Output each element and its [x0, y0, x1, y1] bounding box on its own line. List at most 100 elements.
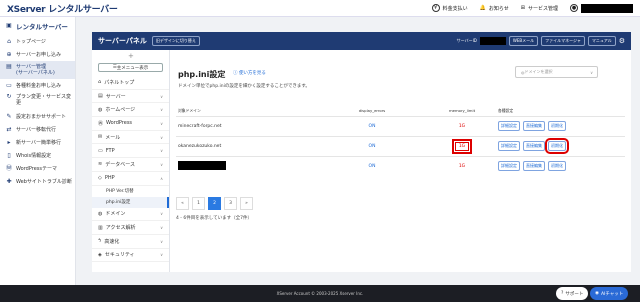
nav-server-manage[interactable]: ▤ サーバー管理 (サーバーパネル): [0, 61, 75, 79]
bolt-icon: ϟ: [98, 238, 102, 245]
side-item-speed[interactable]: ϟ 高速化 ∨: [92, 235, 169, 249]
page-2[interactable]: 2: [208, 197, 221, 210]
card-icon: ▭: [6, 81, 12, 89]
side-item-server[interactable]: ▤ サーバー ∨: [92, 90, 169, 104]
globe-icon: ◍: [98, 210, 103, 217]
chevron-down-icon: ∨: [160, 211, 163, 217]
row-domain: minecraft-forpc.net: [176, 115, 316, 136]
gear-icon[interactable]: ⚙: [619, 37, 625, 45]
nav-wp-theme[interactable]: Ⓦ WordPressテーマ: [0, 162, 75, 175]
row-actions: 詳細設定 直接編集 初期化: [496, 115, 625, 136]
side-item-domain[interactable]: ◍ ドメイン ∨: [92, 208, 169, 222]
col-display-errors: display_errors: [358, 108, 386, 114]
transfer-icon: ⇄: [6, 125, 12, 133]
side-item-homepage[interactable]: ◍ ホームページ ∨: [92, 103, 169, 118]
manual-button[interactable]: マニュアル: [587, 36, 616, 46]
side-item-wordpress[interactable]: Ⓦ WordPress ∨: [92, 117, 169, 131]
webmail-button[interactable]: WEBメール: [508, 36, 539, 46]
nav-fees[interactable]: ▭ 各種料金お申し込み: [0, 79, 75, 92]
side-sub-php-ini[interactable]: php.ini設定: [92, 196, 169, 208]
nav-transfer[interactable]: ⇄ サーバー移転代行: [0, 123, 75, 136]
detail-button[interactable]: 詳細設定: [498, 161, 520, 172]
table-row: ON 1G 詳細設定 直接編集 初期化: [176, 155, 625, 176]
nav-trouble[interactable]: ✚ Webサイトトラブル診断: [0, 175, 75, 188]
page-1[interactable]: 1: [192, 197, 205, 210]
nav-whois[interactable]: ▯ Whois情報設定: [0, 149, 75, 162]
server-id-redacted: [479, 37, 506, 45]
main-menu-button[interactable]: ☰ 主メニュー表示: [98, 63, 163, 72]
chevron-down-icon: ∨: [160, 161, 163, 167]
row-display-errors: ON: [316, 135, 426, 156]
chat-icon: ◉: [595, 291, 599, 296]
side-item-analytics[interactable]: ▥ アクセス解析 ∨: [92, 221, 169, 235]
wrench-icon: ✎: [6, 112, 12, 120]
folder-icon: ▭: [98, 147, 103, 154]
page-title: php.ini設定: [178, 70, 226, 79]
home-icon: ⌂: [98, 79, 102, 86]
chevron-down-icon: ∨: [160, 134, 163, 140]
globe-icon: ◍: [98, 106, 103, 113]
detail-button[interactable]: 詳細設定: [498, 121, 520, 131]
file-manager-button[interactable]: ファイルマネージャ: [541, 36, 585, 46]
row-actions: 詳細設定 直接編集 初期化: [496, 135, 625, 156]
old-design-toggle[interactable]: 旧デザインに切り替え: [151, 36, 200, 46]
side-item-security[interactable]: ◈ セキュリティ ∨: [92, 249, 169, 263]
panel-icon: ▤: [6, 63, 12, 70]
row-domain: [176, 155, 316, 176]
user-icon: ●: [570, 4, 578, 12]
init-button[interactable]: 初期化: [548, 121, 566, 131]
panel-header: サーバーパネル 旧デザインに切り替え サーバーID WEBメール ファイルマネー…: [92, 32, 631, 50]
chevron-down-icon: ∨: [160, 238, 163, 244]
page-3[interactable]: 3: [224, 197, 237, 210]
notice-link[interactable]: 🔔 お知らせ: [480, 5, 509, 12]
support-button[interactable]: ? サポート: [556, 287, 589, 300]
nav-server-apply[interactable]: ⊕ サーバーお申し込み: [0, 48, 75, 61]
page-last[interactable]: »: [240, 197, 253, 210]
chevron-down-icon: ∨: [590, 69, 593, 75]
side-item-top[interactable]: ⌂ パネルトップ: [92, 76, 169, 90]
nav-plan-change[interactable]: ↻ プラン変更・サービス変更: [0, 92, 75, 110]
direct-edit-button[interactable]: 直接編集: [523, 161, 545, 172]
side-sub-php-version[interactable]: PHP Ver.切替: [92, 186, 169, 197]
side-item-mail[interactable]: ✉ メール ∨: [92, 131, 169, 145]
server-icon: ▣: [6, 22, 12, 29]
chevron-down-icon: ∨: [160, 107, 163, 113]
wordpress-icon: Ⓦ: [6, 164, 13, 172]
brand-logo[interactable]: XServer レンタルサーバー: [7, 2, 118, 15]
ai-chat-button[interactable]: ◉ AIチャット: [590, 287, 629, 300]
row-memory-limit: 1G: [426, 115, 496, 136]
pay-link[interactable]: ¥ 料金支払い: [431, 4, 468, 12]
side-item-database[interactable]: ≋ データベース ∨: [92, 158, 169, 172]
init-button[interactable]: 初期化: [545, 138, 569, 154]
table-row: okanezukozuko.net ON 1G 詳細設定 直接編集 初期化: [176, 135, 625, 156]
direct-edit-button[interactable]: 直接編集: [523, 141, 545, 151]
chevron-down-icon: ∨: [160, 120, 163, 126]
server-icon: ▤: [98, 93, 103, 100]
row-memory-limit: 1G: [426, 155, 496, 176]
side-item-php[interactable]: ◇ PHP ∧: [92, 172, 169, 186]
howto-link[interactable]: ⓘ 使い方を見る: [233, 70, 266, 76]
row-domain: okanezukozuko.net: [176, 135, 316, 156]
detail-button[interactable]: 詳細設定: [498, 141, 520, 151]
page-first[interactable]: «: [176, 197, 189, 210]
services-link[interactable]: ⊞ サービス管理: [521, 5, 558, 12]
nav-omakase[interactable]: ✎ 設定おまかせサポート: [0, 110, 75, 123]
init-button[interactable]: 初期化: [548, 161, 566, 172]
footer: XServer Account © 2003-2025 Xserver Inc.: [0, 285, 640, 302]
chevron-down-icon: ∨: [160, 252, 163, 258]
side-item-ftp[interactable]: ▭ FTP ∨: [92, 144, 169, 159]
memory-limit-highlight: 1G: [451, 138, 473, 154]
nav-top[interactable]: ⌂ トップページ: [0, 35, 75, 48]
grid-icon: ⊞: [520, 5, 525, 11]
wordpress-icon: Ⓦ: [98, 120, 104, 127]
row-memory-limit: 1G: [426, 135, 496, 156]
domain-redacted: [178, 160, 226, 170]
account-menu[interactable]: ●: [570, 3, 633, 13]
panel-title: サーバーパネル: [98, 37, 147, 45]
chevron-down-icon: ∨: [160, 148, 163, 154]
collapse-icon[interactable]: +: [128, 52, 134, 60]
domain-select[interactable]: ◍ ドメインを選択 ∨: [515, 66, 598, 78]
direct-edit-button[interactable]: 直接編集: [523, 121, 545, 131]
nav-migrate[interactable]: ▸ 新サーバー簡単移行: [0, 136, 75, 149]
home-icon: ⌂: [7, 37, 11, 45]
